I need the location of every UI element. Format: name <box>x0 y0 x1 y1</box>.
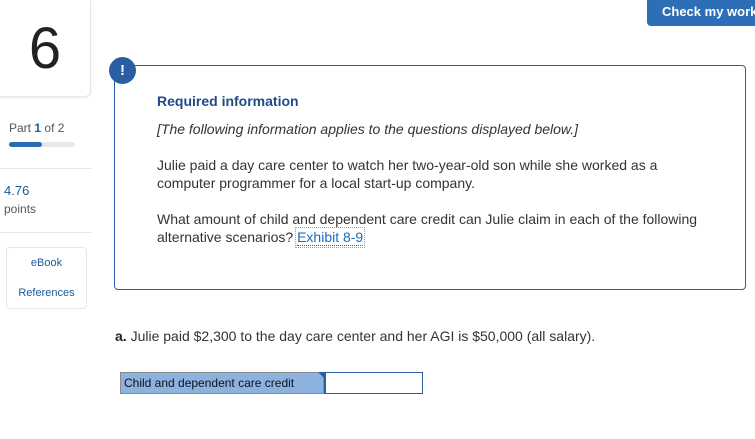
comment-marker-icon <box>318 372 324 378</box>
part-suffix: of 2 <box>44 121 65 135</box>
part-number: 1 <box>34 121 42 135</box>
part-progress-bar <box>9 142 75 147</box>
info-note: [The following information applies to th… <box>157 121 579 137</box>
alert-icon: ! <box>109 57 136 84</box>
references-link[interactable]: References <box>7 278 86 308</box>
answer-row-label-text: Child and dependent care credit <box>124 376 295 390</box>
question-number: 6 <box>28 15 62 81</box>
credit-answer-input[interactable] <box>324 372 423 394</box>
question-number-card: 6 <box>0 0 91 97</box>
part-indicator: Part 1 of 2 <box>9 121 64 135</box>
info-paragraph-1: Julie paid a day care center to watch he… <box>157 157 658 191</box>
required-information-box: Required information [The following info… <box>114 65 746 290</box>
divider <box>0 168 92 169</box>
answer-row-label: Child and dependent care credit <box>120 372 324 394</box>
points-label: points <box>4 202 37 216</box>
check-my-work-button[interactable]: Check my work <box>647 0 755 26</box>
question-a-text: Julie paid $2,300 to the day care center… <box>130 328 596 344</box>
answer-row: Child and dependent care credit <box>120 372 423 394</box>
info-paragraph-2-text: What amount of child and dependent care … <box>157 211 698 245</box>
question-a: a. Julie paid $2,300 to the day care cen… <box>115 328 595 344</box>
info-title: Required information <box>157 93 299 109</box>
part-progress-fill <box>9 142 42 147</box>
points-value: 4.76 <box>4 183 30 198</box>
resource-links: eBook References <box>6 247 87 309</box>
divider <box>0 232 92 233</box>
info-paragraph-2: What amount of child and dependent care … <box>157 210 727 248</box>
ebook-link[interactable]: eBook <box>7 248 86 278</box>
alert-icon-glyph: ! <box>120 62 125 79</box>
exhibit-link[interactable]: Exhibit 8-9 <box>295 227 366 248</box>
part-prefix: Part <box>9 121 32 135</box>
question-a-label: a. <box>115 328 127 344</box>
